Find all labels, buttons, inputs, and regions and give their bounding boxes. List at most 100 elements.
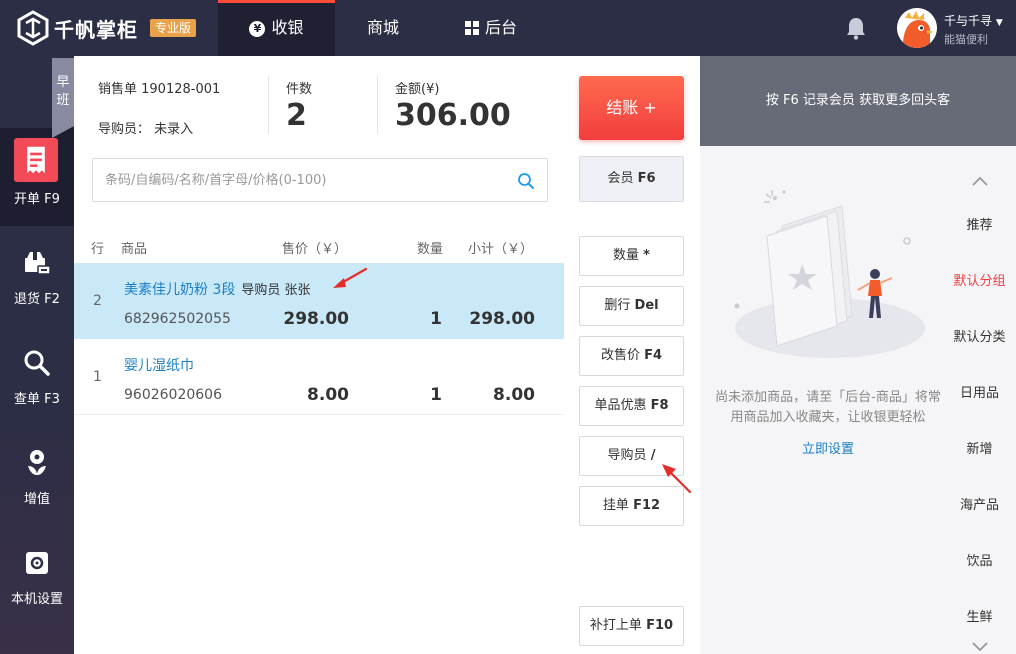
reprint-button-key: F10 [646,618,674,633]
nav-return-label: 退货 F2 [14,292,60,307]
empty-state-illustration [734,190,925,358]
sale-number: 销售单 190128-001 [98,82,221,97]
chevron-up-icon[interactable] [971,176,989,186]
nav-new-order[interactable]: 开单 F9 [0,128,74,226]
hold-order-button-key: F12 [633,498,661,513]
shift-tag-label: 早班 [56,75,70,108]
logo-icon [17,10,49,46]
row-qty: 1 [430,385,442,405]
search-input[interactable] [105,169,505,191]
edition-badge: 专业版 [150,19,197,37]
row-number: 1 [93,369,102,385]
category-new[interactable]: 新增 [943,438,1016,457]
delete-row-button[interactable]: 删行 Del [579,286,684,326]
setup-now-link[interactable]: 立即设置 [700,438,956,457]
quantity-button-label: 数量 [613,248,640,263]
item-discount-button[interactable]: 单品优惠 F8 [579,386,684,426]
category-default-class[interactable]: 默认分类 [943,326,1016,345]
member-button-label: 会员 [607,171,634,186]
change-price-button-key: F4 [644,348,663,363]
search-icon[interactable] [517,172,535,190]
member-banner[interactable]: 按 F6 记录会员 获取更多回头客 [700,56,1016,146]
quantity-button-key: * [643,248,650,263]
item-discount-button-label: 单品优惠 [594,398,647,413]
col-price: 售价（￥） [282,242,348,257]
search-box [92,158,548,202]
amount-value: 306.00 [395,98,511,133]
member-button-key: F6 [637,171,656,186]
shift-tag[interactable]: 早班 [52,58,74,138]
row-price: 298.00 [283,309,349,329]
nav-settings-label: 本机设置 [10,592,63,607]
top-bar: 千帆掌柜 专业版 ¥ 收银 商城 后台 千与千寻 ▼ 能猫便利 [0,0,1016,56]
avatar[interactable] [897,8,937,48]
nav-value-added[interactable]: 增值 [0,428,74,526]
item-discount-button-key: F8 [650,398,669,413]
nav-value-added-label: 增值 [23,492,50,507]
category-list: 推荐 默认分组 默认分类 日用品 新增 海产品 饮品 生鲜 [943,146,1016,654]
nav-return[interactable]: 退货 F2 [0,228,74,326]
annotation-arrow [333,267,368,288]
guide-status: 导购员： 未录入 [98,122,194,137]
empty-state-text: 尚未添加商品，请至「后台-商品」将常用商品加入收藏夹，让收银更轻松 [715,390,941,425]
amount-label: 金额(¥) [395,82,440,97]
member-button[interactable]: 会员 F6 [579,156,684,202]
checkout-button[interactable]: 结账 + [579,76,684,140]
tab-cashier[interactable]: ¥ 收银 [218,0,335,56]
product-code: 96026020606 [124,387,222,403]
divider [268,76,269,134]
search-icon [24,350,50,376]
nav-query[interactable]: 查单 F3 [0,328,74,426]
col-qty: 数量 [417,242,444,257]
tab-backend-label: 后台 [484,18,517,37]
row-subtotal: 298.00 [469,309,535,329]
avatar-bird-icon [897,8,937,48]
quantity-button[interactable]: 数量 * [579,236,684,276]
bell-icon[interactable] [845,16,867,40]
reprint-button[interactable]: 补打上单 F10 [579,606,684,646]
sprout-icon [28,450,46,475]
yen-circle-icon: ¥ [249,20,266,37]
category-seafood[interactable]: 海产品 [943,494,1016,513]
col-product: 商品 [121,242,148,257]
product-name: 婴儿湿纸巾 [124,355,200,375]
nav-settings[interactable]: 本机设置 [0,528,74,626]
brand-name: 千帆掌柜 [54,18,138,42]
change-price-button-label: 改售价 [600,348,640,363]
user-name[interactable]: 千与千寻 ▼ [944,12,1003,29]
product-name-text: 美素佳儿奶粉 3段 [124,282,236,298]
product-name-text: 婴儿湿纸巾 [124,358,194,374]
setup-now-link-text[interactable]: 立即设置 [802,442,854,457]
reprint-button-label: 补打上单 [589,618,642,633]
table-row[interactable]: 2 美素佳儿奶粉 3段 导购员 张张 682962502055 298.00 1 … [74,263,564,339]
tab-mall[interactable]: 商城 [335,0,431,56]
row-subtotal: 8.00 [493,385,535,405]
chevron-down-icon: ▼ [995,18,1003,28]
order-panel: 销售单 190128-001 导购员： 未录入 件数 2 金额(¥) 306.0… [74,56,564,654]
hold-order-button[interactable]: 挂单 F12 [579,486,684,526]
row-qty: 1 [430,309,442,329]
grid-icon [464,20,479,35]
category-fresh[interactable]: 生鲜 [943,606,1016,625]
tab-cashier-label: 收银 [271,18,304,37]
pos-app: 千帆掌柜 专业版 ¥ 收银 商城 后台 千与千寻 ▼ 能猫便利 开单 F9 退货… [0,0,1016,654]
product-code: 682962502055 [124,311,231,327]
guide-button-label: 导购员 [607,448,647,463]
nav-new-order-label: 开单 F9 [14,192,60,207]
category-daily-goods[interactable]: 日用品 [943,382,1016,401]
tab-backend[interactable]: 后台 [431,0,551,56]
category-drinks[interactable]: 饮品 [943,550,1016,569]
category-default-group[interactable]: 默认分组 [943,270,1016,289]
chevron-down-icon[interactable] [971,642,989,652]
hold-order-button-label: 挂单 [602,498,629,513]
table-header: 行 商品 售价（￥） 数量 小计（￥） [74,238,564,264]
user-name-text: 千与千寻 [944,14,993,28]
table-row[interactable]: 1 婴儿湿纸巾 96026020606 8.00 1 8.00 [74,339,564,415]
category-recommend[interactable]: 推荐 [943,214,1016,233]
delete-row-button-key: Del [634,298,659,313]
row-price: 8.00 [307,385,349,405]
left-nav: 开单 F9 退货 F2 查单 F3 增值 本机设置 [0,56,74,654]
divider [377,76,378,134]
change-price-button[interactable]: 改售价 F4 [579,336,684,376]
guide-button-key: / [650,448,656,463]
